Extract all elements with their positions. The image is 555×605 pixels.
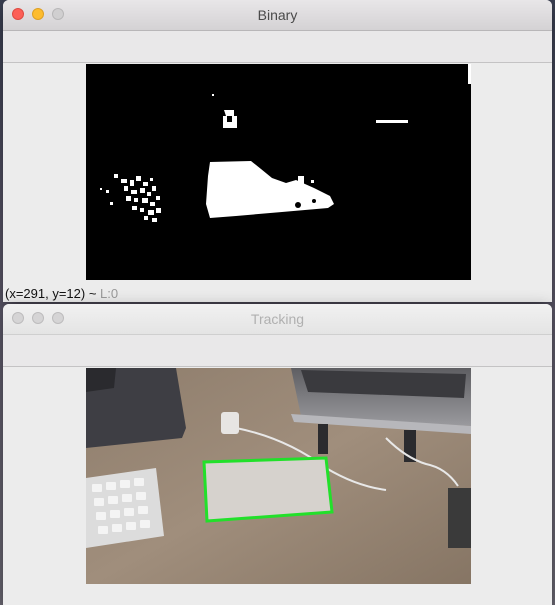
binary-window-title: Binary <box>257 7 298 23</box>
keyboard <box>86 468 164 548</box>
pixel-level: L:0 <box>100 286 119 301</box>
plug <box>221 412 239 434</box>
speaker <box>448 488 471 548</box>
binary-window: Binary (x=291, y=12) ~ L:0 <box>3 0 552 302</box>
binary-content: (x=291, y=12) ~ L:0 <box>3 63 552 302</box>
maximize-button[interactable] <box>52 312 64 324</box>
binary-image[interactable] <box>86 64 471 280</box>
maximize-button[interactable] <box>52 8 64 20</box>
binary-mask-image <box>86 64 471 280</box>
tracking-camera-image <box>86 368 471 584</box>
close-button[interactable] <box>12 8 24 20</box>
tracking-toolbar <box>3 335 552 367</box>
tracking-titlebar[interactable]: Tracking <box>3 304 552 335</box>
tracking-window-controls <box>12 312 64 324</box>
tracking-image[interactable] <box>86 368 471 584</box>
white-edge <box>468 64 471 84</box>
tracking-window-title: Tracking <box>250 311 305 327</box>
minimize-button[interactable] <box>32 312 44 324</box>
white-streak <box>376 120 408 123</box>
tracking-content <box>3 367 552 605</box>
tracking-window: Tracking <box>3 304 552 605</box>
binary-toolbar <box>3 31 552 63</box>
close-button[interactable] <box>12 312 24 324</box>
cursor-coords: (x=291, y=12) ~ <box>5 286 101 301</box>
tracked-object <box>204 458 332 521</box>
binary-titlebar[interactable]: Binary <box>3 0 552 31</box>
binary-window-controls <box>12 8 64 20</box>
status-bar: (x=291, y=12) ~ L:0 <box>5 286 118 301</box>
minimize-button[interactable] <box>32 8 44 20</box>
